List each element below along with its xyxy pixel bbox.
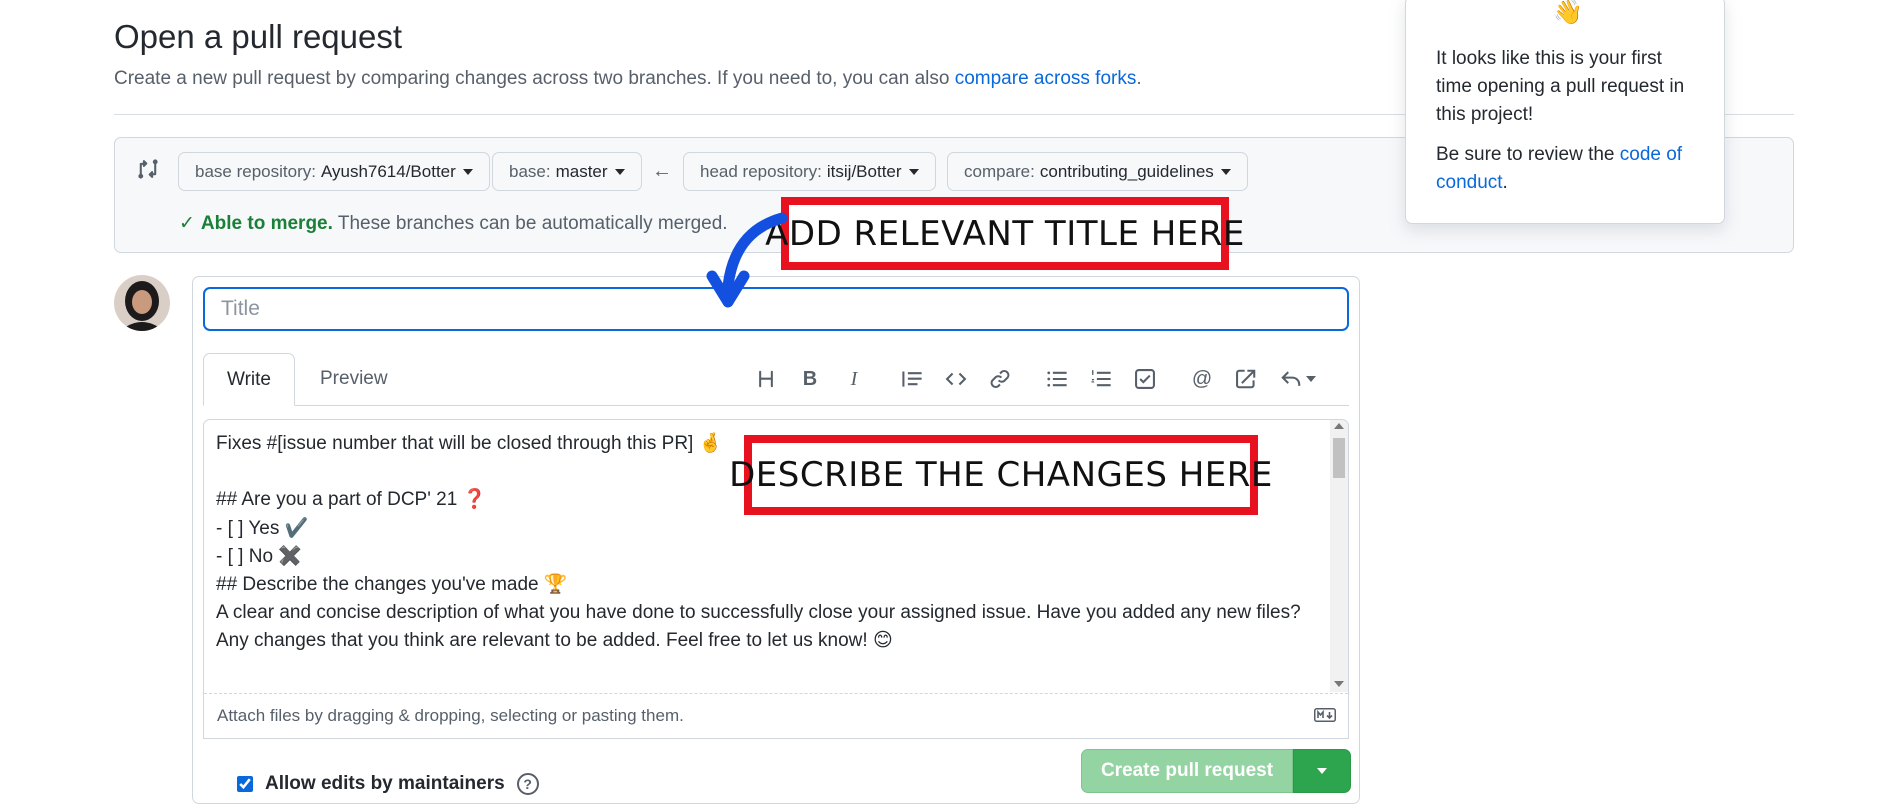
create-pull-request-button[interactable]: Create pull request <box>1081 749 1293 793</box>
merge-status: ✓ Able to merge. These branches can be au… <box>179 212 728 235</box>
create-options-dropdown[interactable] <box>1293 749 1351 793</box>
popover-coc: Be sure to review the code of conduct. <box>1436 141 1694 197</box>
base-branch-select[interactable]: base: master <box>492 152 642 191</box>
first-pr-popover: 👋 It looks like this is your first time … <box>1405 0 1725 224</box>
attach-files-bar[interactable]: Attach files by dragging & dropping, sel… <box>204 693 1348 738</box>
arrow-left-icon: ← <box>652 160 672 182</box>
head-repository-label: head repository: <box>700 161 822 181</box>
italic-icon[interactable]: I <box>840 365 868 393</box>
bold-icon[interactable]: B <box>796 365 824 393</box>
annotation-arrow-icon <box>706 212 788 308</box>
unordered-list-icon[interactable] <box>1043 365 1071 393</box>
avatar-image <box>114 275 170 331</box>
merge-ok-label: Able to merge. <box>200 213 333 234</box>
base-repository-label: base repository: <box>195 161 316 181</box>
allow-edits-label: Allow edits by maintainers <box>265 773 505 794</box>
base-branch-label: base: <box>509 161 551 181</box>
base-repository-select[interactable]: base repository: Ayush7614/Botter <box>178 152 490 191</box>
popover-coc-suffix: . <box>1502 172 1508 193</box>
page-title: Open a pull request <box>114 18 403 55</box>
base-branch-value: master <box>555 161 608 181</box>
body-line: ## Describe the changes you've made 🏆 <box>216 574 568 596</box>
scroll-thumb[interactable] <box>1333 438 1345 478</box>
head-repository-value: itsij/Botter <box>826 161 902 181</box>
subtitle-text: Create a new pull request by comparing c… <box>114 68 955 89</box>
textarea-scrollbar[interactable] <box>1330 420 1348 692</box>
attach-files-text: Attach files by dragging & dropping, sel… <box>217 706 684 725</box>
page-subtitle: Create a new pull request by comparing c… <box>114 68 1142 90</box>
popover-coc-text: Be sure to review the <box>1436 144 1620 165</box>
chevron-down-icon <box>614 168 625 175</box>
check-icon: ✓ <box>179 213 195 234</box>
compare-icon <box>138 159 158 179</box>
task-list-icon[interactable] <box>1131 365 1159 393</box>
link-icon[interactable] <box>986 365 1014 393</box>
markdown-icon[interactable] <box>1314 708 1336 722</box>
scroll-down-icon[interactable] <box>1334 681 1344 687</box>
merge-status-text: These branches can be automatically merg… <box>337 213 728 234</box>
scroll-up-icon[interactable] <box>1334 423 1344 429</box>
compare-branch-select[interactable]: compare: contributing_guidelines <box>947 152 1248 191</box>
chevron-down-icon <box>908 168 919 175</box>
mention-icon[interactable]: @ <box>1188 365 1216 393</box>
chevron-down-icon <box>1220 168 1231 175</box>
compare-branch-label: compare: <box>964 161 1035 181</box>
allow-edits-checkbox[interactable] <box>237 776 253 792</box>
compare-branch-value: contributing_guidelines <box>1039 161 1214 181</box>
reference-icon[interactable] <box>1232 365 1260 393</box>
allow-edits-row[interactable]: Allow edits by maintainers ? <box>237 773 539 795</box>
tab-preview[interactable]: Preview <box>297 353 411 405</box>
body-line: - [ ] No ✖️ <box>216 545 302 567</box>
base-repository-value: Ayush7614/Botter <box>320 161 456 181</box>
chevron-down-icon <box>1317 768 1327 774</box>
waving-hand-icon: 👋 <box>1553 0 1583 26</box>
annotation-title-note: ADD RELEVANT TITLE HERE <box>765 197 1244 270</box>
body-line: A clear and concise description of what … <box>216 602 1301 624</box>
tab-write[interactable]: Write <box>203 353 295 406</box>
pr-composer: Write Preview B I @ Fixes #[issue number… <box>192 276 1360 804</box>
avatar[interactable] <box>114 275 170 331</box>
annotation-describe-note: DESCRIBE THE CHANGES HERE <box>729 435 1272 515</box>
quote-icon[interactable] <box>898 365 926 393</box>
chevron-down-icon <box>1306 376 1316 382</box>
body-line: - [ ] Yes ✔️ <box>216 517 309 539</box>
popover-message: It looks like this is your first time op… <box>1436 48 1685 125</box>
subtitle-suffix: . <box>1136 68 1142 89</box>
code-icon[interactable] <box>942 365 970 393</box>
ordered-list-icon[interactable] <box>1087 365 1115 393</box>
heading-icon[interactable] <box>752 365 780 393</box>
reply-icon[interactable] <box>1276 365 1320 393</box>
head-repository-select[interactable]: head repository: itsij/Botter <box>683 152 936 191</box>
chevron-down-icon <box>462 168 473 175</box>
compare-across-forks-link[interactable]: compare across forks <box>955 68 1137 89</box>
body-line: Any changes that you think are relevant … <box>216 630 893 652</box>
question-icon[interactable]: ? <box>516 773 539 795</box>
